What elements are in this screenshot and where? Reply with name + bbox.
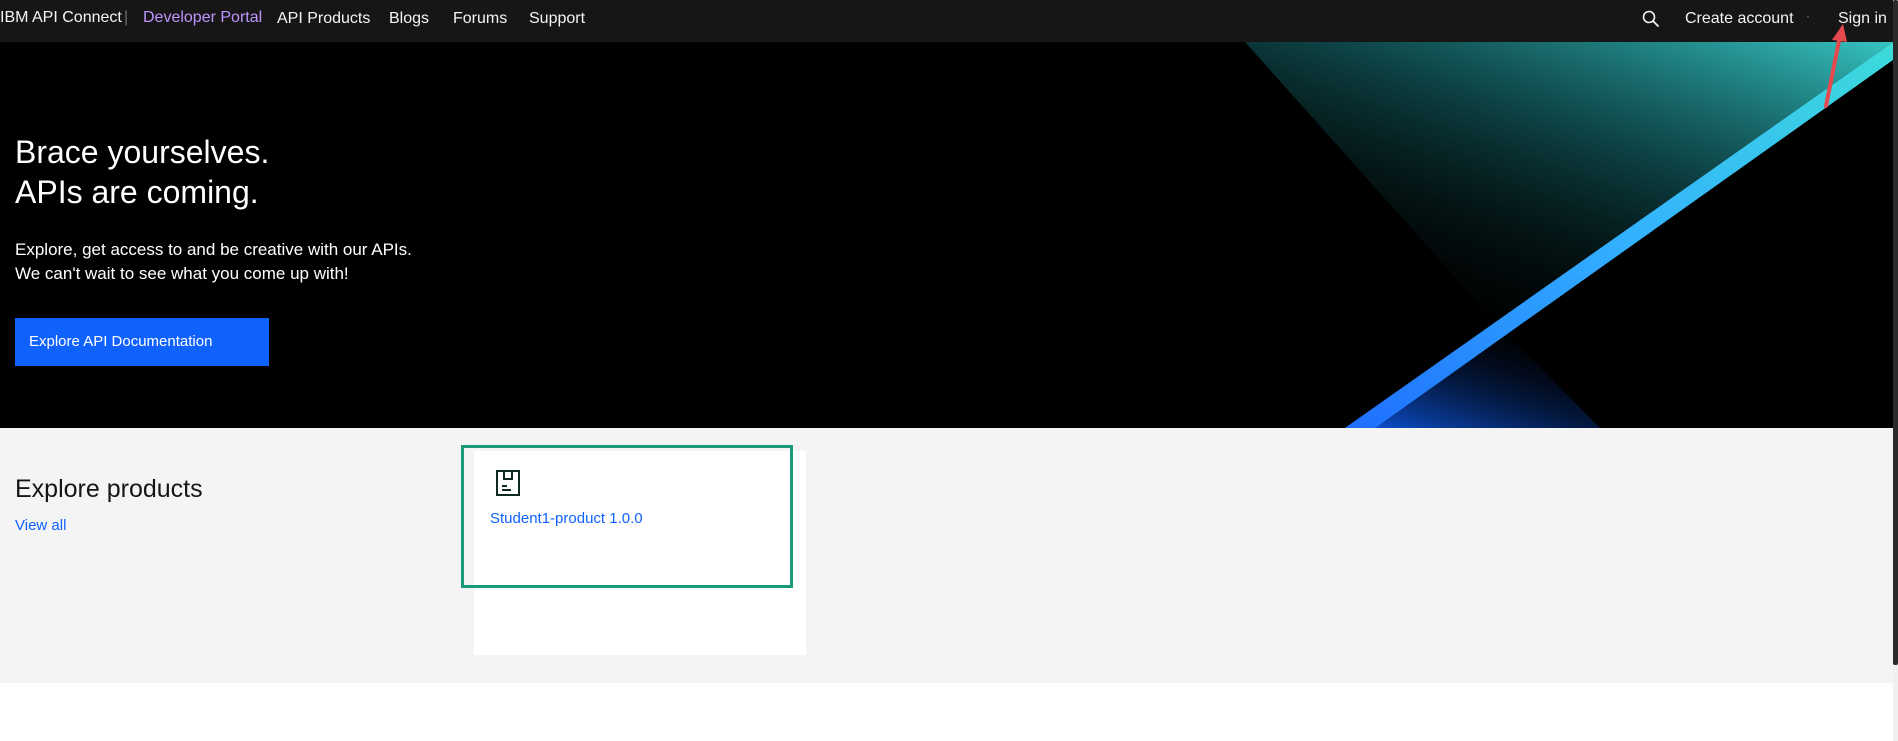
product-icon [494, 469, 522, 497]
nav-api-products[interactable]: API Products [277, 10, 370, 28]
red-arrow-annotation-icon [1824, 24, 1847, 108]
hero-light-beam-graphic [1245, 42, 1893, 428]
product-card-title[interactable]: Student1-product 1.0.0 [490, 510, 643, 527]
hero-title-line-2: APIs are coming. [15, 174, 259, 210]
nav-dot-separator: · [1806, 9, 1810, 23]
hero-description-line-1: Explore, get access to and be creative w… [15, 240, 412, 259]
portal-name[interactable]: Developer Portal [143, 9, 262, 27]
top-navigation: IBM API Connect | Developer Portal API P… [0, 0, 1898, 42]
view-all-link[interactable]: View all [15, 517, 66, 534]
hero-title-line-1: Brace yourselves. [15, 134, 270, 170]
scrollbar-thumb[interactable] [1893, 0, 1898, 665]
nav-blogs[interactable]: Blogs [389, 10, 429, 28]
hero-description: Explore, get access to and be creative w… [15, 238, 412, 286]
brand-separator: | [124, 9, 129, 26]
create-account-link[interactable]: Create account [1685, 10, 1794, 28]
hero-title: Brace yourselves. APIs are coming. [15, 132, 269, 212]
explore-products-section: Explore products View all Student1-produ… [0, 428, 1893, 683]
brand-name[interactable]: IBM API Connect [0, 9, 122, 27]
hero-banner: Brace yourselves. APIs are coming. Explo… [0, 42, 1893, 428]
nav-support[interactable]: Support [529, 10, 585, 28]
page-scrollbar[interactable] [1893, 0, 1898, 741]
nav-forums[interactable]: Forums [453, 10, 507, 28]
explore-api-documentation-button[interactable]: Explore API Documentation [15, 318, 269, 366]
search-icon[interactable] [1641, 9, 1661, 29]
product-card[interactable]: Student1-product 1.0.0 [474, 451, 806, 655]
products-heading: Explore products [15, 475, 203, 503]
hero-description-line-2: We can't wait to see what you come up wi… [15, 264, 349, 283]
